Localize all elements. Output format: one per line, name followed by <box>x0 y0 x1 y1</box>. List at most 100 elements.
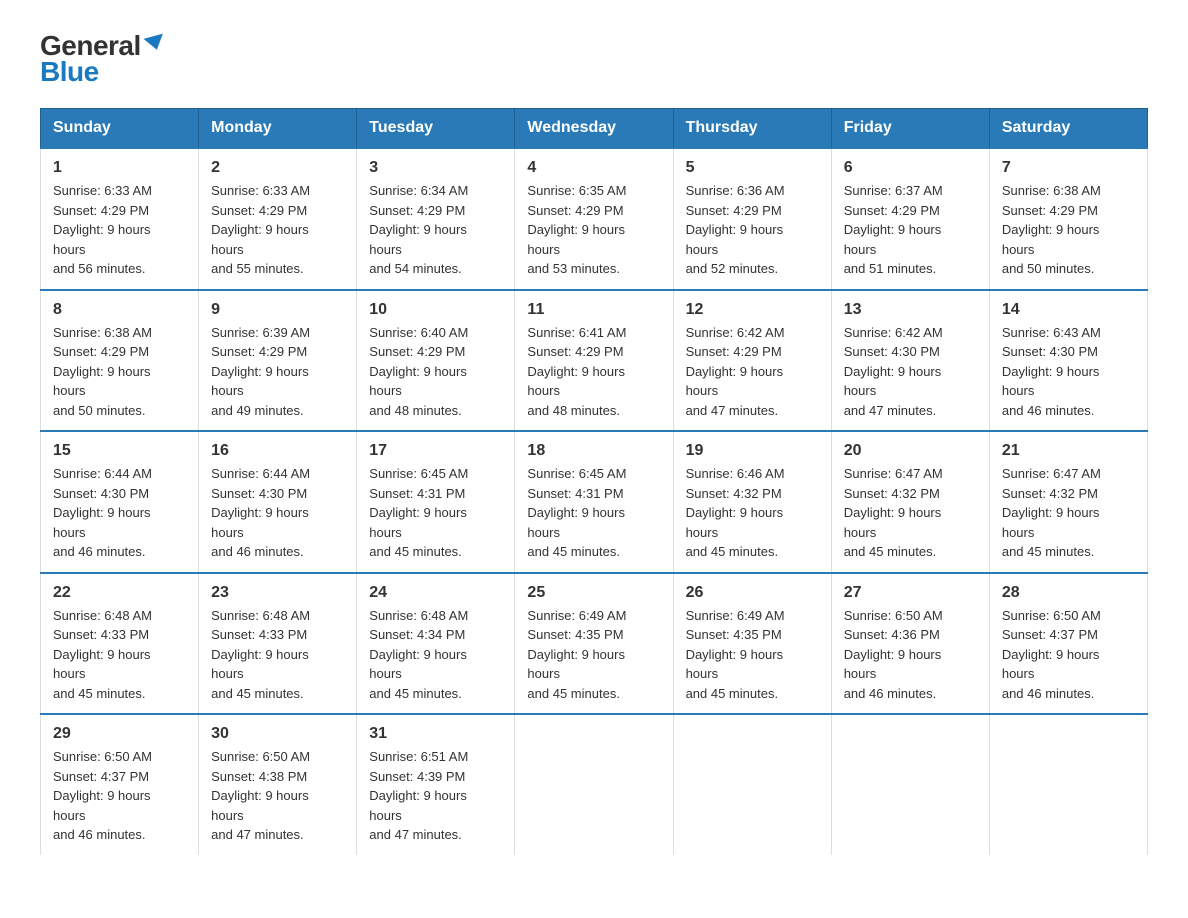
day-number: 29 <box>53 725 186 743</box>
calendar-cell: 11 Sunrise: 6:41 AMSunset: 4:29 PMDayligh… <box>515 290 673 432</box>
calendar-cell: 29 Sunrise: 6:50 AMSunset: 4:37 PMDayligh… <box>41 714 199 855</box>
calendar-header: SundayMondayTuesdayWednesdayThursdayFrid… <box>41 109 1148 149</box>
week-row-1: 1 Sunrise: 6:33 AMSunset: 4:29 PMDaylight… <box>41 148 1148 290</box>
day-info: Sunrise: 6:35 AMSunset: 4:29 PMDaylight:… <box>527 181 660 279</box>
day-number: 4 <box>527 159 660 177</box>
day-info: Sunrise: 6:45 AMSunset: 4:31 PMDaylight:… <box>527 464 660 562</box>
day-info: Sunrise: 6:37 AMSunset: 4:29 PMDaylight:… <box>844 181 977 279</box>
day-info: Sunrise: 6:48 AMSunset: 4:34 PMDaylight:… <box>369 606 502 704</box>
day-info: Sunrise: 6:47 AMSunset: 4:32 PMDaylight:… <box>1002 464 1135 562</box>
weekday-thursday: Thursday <box>673 109 831 149</box>
calendar-cell: 17 Sunrise: 6:45 AMSunset: 4:31 PMDayligh… <box>357 431 515 573</box>
weekday-tuesday: Tuesday <box>357 109 515 149</box>
day-info: Sunrise: 6:43 AMSunset: 4:30 PMDaylight:… <box>1002 323 1135 421</box>
calendar-cell: 24 Sunrise: 6:48 AMSunset: 4:34 PMDayligh… <box>357 573 515 715</box>
day-info: Sunrise: 6:36 AMSunset: 4:29 PMDaylight:… <box>686 181 819 279</box>
day-number: 27 <box>844 584 977 602</box>
calendar-cell: 14Sunrise: 6:43 AMSunset: 4:30 PMDayligh… <box>989 290 1147 432</box>
day-number: 25 <box>527 584 660 602</box>
day-info: Sunrise: 6:45 AMSunset: 4:31 PMDaylight:… <box>369 464 502 562</box>
day-number: 6 <box>844 159 977 177</box>
calendar-cell: 19 Sunrise: 6:46 AMSunset: 4:32 PMDayligh… <box>673 431 831 573</box>
day-info: Sunrise: 6:38 AMSunset: 4:29 PMDaylight:… <box>1002 181 1135 279</box>
weekday-monday: Monday <box>199 109 357 149</box>
week-row-2: 8 Sunrise: 6:38 AMSunset: 4:29 PMDaylight… <box>41 290 1148 432</box>
logo: General Blue <box>40 30 165 88</box>
day-info: Sunrise: 6:47 AMSunset: 4:32 PMDaylight:… <box>844 464 977 562</box>
calendar-cell: 2Sunrise: 6:33 AMSunset: 4:29 PMDaylight… <box>199 148 357 290</box>
day-info: Sunrise: 6:44 AMSunset: 4:30 PMDaylight:… <box>53 464 186 562</box>
calendar-cell: 1Sunrise: 6:33 AMSunset: 4:29 PMDaylight… <box>41 148 199 290</box>
day-number: 10 <box>369 301 502 319</box>
day-number: 8 <box>53 301 186 319</box>
day-info: Sunrise: 6:44 AMSunset: 4:30 PMDaylight:… <box>211 464 344 562</box>
day-info: Sunrise: 6:49 AMSunset: 4:35 PMDaylight:… <box>527 606 660 704</box>
day-number: 3 <box>369 159 502 177</box>
day-info: Sunrise: 6:50 AMSunset: 4:37 PMDaylight:… <box>1002 606 1135 704</box>
weekday-saturday: Saturday <box>989 109 1147 149</box>
day-number: 13 <box>844 301 977 319</box>
day-number: 7 <box>1002 159 1135 177</box>
calendar-cell: 30 Sunrise: 6:50 AMSunset: 4:38 PMDayligh… <box>199 714 357 855</box>
day-number: 20 <box>844 442 977 460</box>
day-info: Sunrise: 6:49 AMSunset: 4:35 PMDaylight:… <box>686 606 819 704</box>
day-info: Sunrise: 6:51 AMSunset: 4:39 PMDaylight:… <box>369 747 502 845</box>
day-number: 1 <box>53 159 186 177</box>
day-number: 9 <box>211 301 344 319</box>
day-number: 19 <box>686 442 819 460</box>
day-number: 24 <box>369 584 502 602</box>
calendar-cell: 27 Sunrise: 6:50 AMSunset: 4:36 PMDayligh… <box>831 573 989 715</box>
calendar-cell: 8 Sunrise: 6:38 AMSunset: 4:29 PMDaylight… <box>41 290 199 432</box>
day-number: 18 <box>527 442 660 460</box>
day-number: 11 <box>527 301 660 319</box>
header: General Blue <box>40 30 1148 88</box>
calendar-cell: 7 Sunrise: 6:38 AMSunset: 4:29 PMDaylight… <box>989 148 1147 290</box>
day-number: 31 <box>369 725 502 743</box>
day-info: Sunrise: 6:40 AMSunset: 4:29 PMDaylight:… <box>369 323 502 421</box>
calendar-cell: 4 Sunrise: 6:35 AMSunset: 4:29 PMDaylight… <box>515 148 673 290</box>
day-info: Sunrise: 6:33 AMSunset: 4:29 PMDaylight:… <box>211 181 344 279</box>
calendar-cell: 6 Sunrise: 6:37 AMSunset: 4:29 PMDaylight… <box>831 148 989 290</box>
calendar-cell: 25 Sunrise: 6:49 AMSunset: 4:35 PMDayligh… <box>515 573 673 715</box>
day-number: 30 <box>211 725 344 743</box>
logo-blue-text: Blue <box>40 56 99 88</box>
day-number: 22 <box>53 584 186 602</box>
calendar-cell: 21 Sunrise: 6:47 AMSunset: 4:32 PMDayligh… <box>989 431 1147 573</box>
day-info: Sunrise: 6:50 AMSunset: 4:37 PMDaylight:… <box>53 747 186 845</box>
day-number: 21 <box>1002 442 1135 460</box>
day-number: 12 <box>686 301 819 319</box>
day-info: Sunrise: 6:50 AMSunset: 4:36 PMDaylight:… <box>844 606 977 704</box>
calendar-body: 1 Sunrise: 6:33 AMSunset: 4:29 PMDaylight… <box>41 148 1148 855</box>
day-number: 23 <box>211 584 344 602</box>
calendar-cell: 16Sunrise: 6:44 AMSunset: 4:30 PMDayligh… <box>199 431 357 573</box>
calendar-cell <box>515 714 673 855</box>
calendar-cell <box>831 714 989 855</box>
calendar-table: SundayMondayTuesdayWednesdayThursdayFrid… <box>40 108 1148 855</box>
calendar-cell: 23 Sunrise: 6:48 AMSunset: 4:33 PMDayligh… <box>199 573 357 715</box>
logo-triangle-icon <box>143 34 166 53</box>
day-info: Sunrise: 6:46 AMSunset: 4:32 PMDaylight:… <box>686 464 819 562</box>
day-info: Sunrise: 6:38 AMSunset: 4:29 PMDaylight:… <box>53 323 186 421</box>
day-number: 17 <box>369 442 502 460</box>
day-info: Sunrise: 6:50 AMSunset: 4:38 PMDaylight:… <box>211 747 344 845</box>
calendar-cell: 28 Sunrise: 6:50 AMSunset: 4:37 PMDayligh… <box>989 573 1147 715</box>
calendar-cell: 13 Sunrise: 6:42 AMSunset: 4:30 PMDayligh… <box>831 290 989 432</box>
day-info: Sunrise: 6:48 AMSunset: 4:33 PMDaylight:… <box>211 606 344 704</box>
calendar-cell: 31 Sunrise: 6:51 AMSunset: 4:39 PMDayligh… <box>357 714 515 855</box>
day-number: 5 <box>686 159 819 177</box>
calendar-cell: 10 Sunrise: 6:40 AMSunset: 4:29 PMDayligh… <box>357 290 515 432</box>
day-info: Sunrise: 6:41 AMSunset: 4:29 PMDaylight:… <box>527 323 660 421</box>
calendar-cell <box>673 714 831 855</box>
week-row-5: 29 Sunrise: 6:50 AMSunset: 4:37 PMDayligh… <box>41 714 1148 855</box>
week-row-3: 15Sunrise: 6:44 AMSunset: 4:30 PMDayligh… <box>41 431 1148 573</box>
weekday-sunday: Sunday <box>41 109 199 149</box>
calendar-cell: 9Sunrise: 6:39 AMSunset: 4:29 PMDaylight… <box>199 290 357 432</box>
day-info: Sunrise: 6:48 AMSunset: 4:33 PMDaylight:… <box>53 606 186 704</box>
calendar-cell: 3Sunrise: 6:34 AMSunset: 4:29 PMDaylight… <box>357 148 515 290</box>
calendar-cell: 15Sunrise: 6:44 AMSunset: 4:30 PMDayligh… <box>41 431 199 573</box>
calendar-cell: 22 Sunrise: 6:48 AMSunset: 4:33 PMDayligh… <box>41 573 199 715</box>
day-number: 28 <box>1002 584 1135 602</box>
week-row-4: 22 Sunrise: 6:48 AMSunset: 4:33 PMDayligh… <box>41 573 1148 715</box>
calendar-cell: 20 Sunrise: 6:47 AMSunset: 4:32 PMDayligh… <box>831 431 989 573</box>
day-info: Sunrise: 6:42 AMSunset: 4:30 PMDaylight:… <box>844 323 977 421</box>
